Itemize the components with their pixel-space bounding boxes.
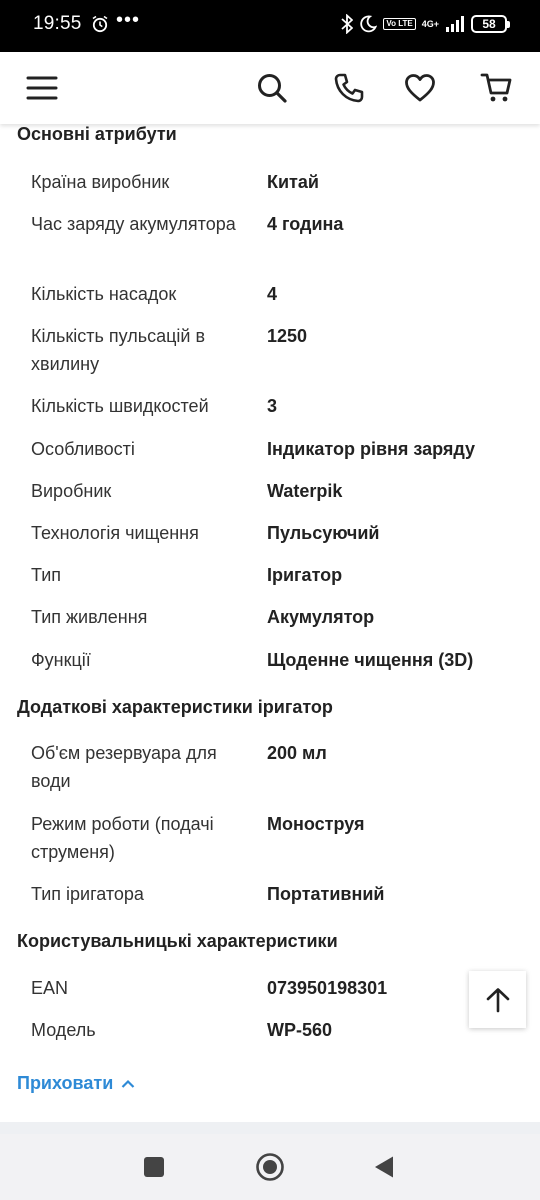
battery-indicator: 58 — [471, 15, 510, 33]
back-button[interactable] — [367, 1150, 401, 1184]
spec-value: Іригатор — [267, 565, 343, 585]
more-notifications-icon: ••• — [116, 9, 141, 31]
spec-value: 4 година — [267, 214, 344, 234]
page-bottom-divider — [0, 1122, 540, 1134]
home-button[interactable] — [253, 1150, 287, 1184]
spec-label: Країна виробник — [31, 172, 170, 192]
spec-value: Китай — [267, 172, 319, 192]
volte-icon: Vo LTE — [383, 18, 416, 30]
spec-label: Тип живлення — [31, 607, 148, 627]
app-header — [0, 52, 540, 124]
status-bar: 19:55 ••• Vo LTE 4G+ 58 — [0, 0, 540, 52]
heart-icon — [405, 74, 435, 102]
recents-square-icon — [144, 1157, 164, 1177]
cart-button[interactable] — [479, 70, 515, 106]
spec-value: 200 мл — [267, 743, 327, 763]
spec-label: Функції — [31, 650, 91, 670]
spec-value: Портативний — [267, 884, 385, 904]
spec-label: Час заряду акумулятора — [31, 214, 236, 234]
phone-button[interactable] — [331, 70, 367, 106]
battery-level: 58 — [482, 17, 496, 31]
signal-icon — [446, 16, 464, 32]
scroll-to-top-button[interactable] — [469, 971, 526, 1028]
spec-label: Кількість насадок — [31, 284, 177, 304]
chevron-up-icon — [122, 1079, 135, 1088]
status-time: 19:55 — [33, 13, 82, 34]
search-icon — [258, 74, 287, 103]
spec-value: 3 — [267, 396, 278, 416]
spec-label: Особливості — [31, 439, 135, 459]
back-triangle-icon — [375, 1156, 393, 1178]
spec-label: Тип — [31, 565, 62, 585]
menu-button[interactable] — [24, 70, 60, 106]
spec-value: Щоденне чищення (3D) — [267, 650, 474, 670]
spec-label: Виробник — [31, 481, 112, 501]
section-title-user: Користувальницькі характеристики — [17, 931, 338, 951]
recents-button[interactable] — [137, 1150, 171, 1184]
spec-label: Кількість пульсацій в хвилину — [31, 326, 206, 374]
favorites-button[interactable] — [402, 70, 438, 106]
spec-value: 1250 — [267, 326, 308, 346]
section-title-additional: Додаткові характеристики іригатор — [17, 697, 333, 717]
spec-value: Пульсуючий — [267, 523, 380, 543]
spec-label: Тип іригатора — [31, 884, 144, 904]
spec-label: EAN — [31, 978, 69, 998]
menu-icon — [26, 76, 58, 100]
do-not-disturb-moon-icon — [360, 15, 378, 33]
spec-label: Кількість швидкостей — [31, 396, 209, 416]
spec-value: Моноструя — [267, 814, 365, 834]
spec-label: Об'єм резервуара для води — [31, 743, 217, 791]
system-navigation-bar — [0, 1134, 540, 1200]
search-button[interactable] — [254, 70, 290, 106]
spec-label: Технологія чищення — [31, 523, 199, 543]
alarm-icon — [92, 15, 108, 33]
cart-icon — [480, 73, 512, 102]
section-title-main-attributes: Основні атрибути — [17, 124, 177, 144]
spec-value: 4 — [267, 284, 278, 304]
spec-label: Модель — [31, 1020, 96, 1040]
home-circle-icon — [256, 1153, 284, 1181]
spec-value: Акумулятор — [267, 607, 375, 627]
network-type-label: 4G+ — [421, 18, 439, 29]
spec-value: Waterpik — [267, 481, 343, 501]
phone-icon — [334, 73, 364, 103]
hide-specs-label: Приховати — [17, 1073, 114, 1093]
arrow-up-icon — [486, 987, 509, 1012]
bluetooth-icon — [341, 14, 354, 34]
spec-label: Режим роботи (подачі струменя) — [31, 814, 214, 862]
spec-value: Індикатор рівня заряду — [267, 439, 476, 459]
hide-specs-link[interactable]: Приховати — [17, 1073, 135, 1094]
